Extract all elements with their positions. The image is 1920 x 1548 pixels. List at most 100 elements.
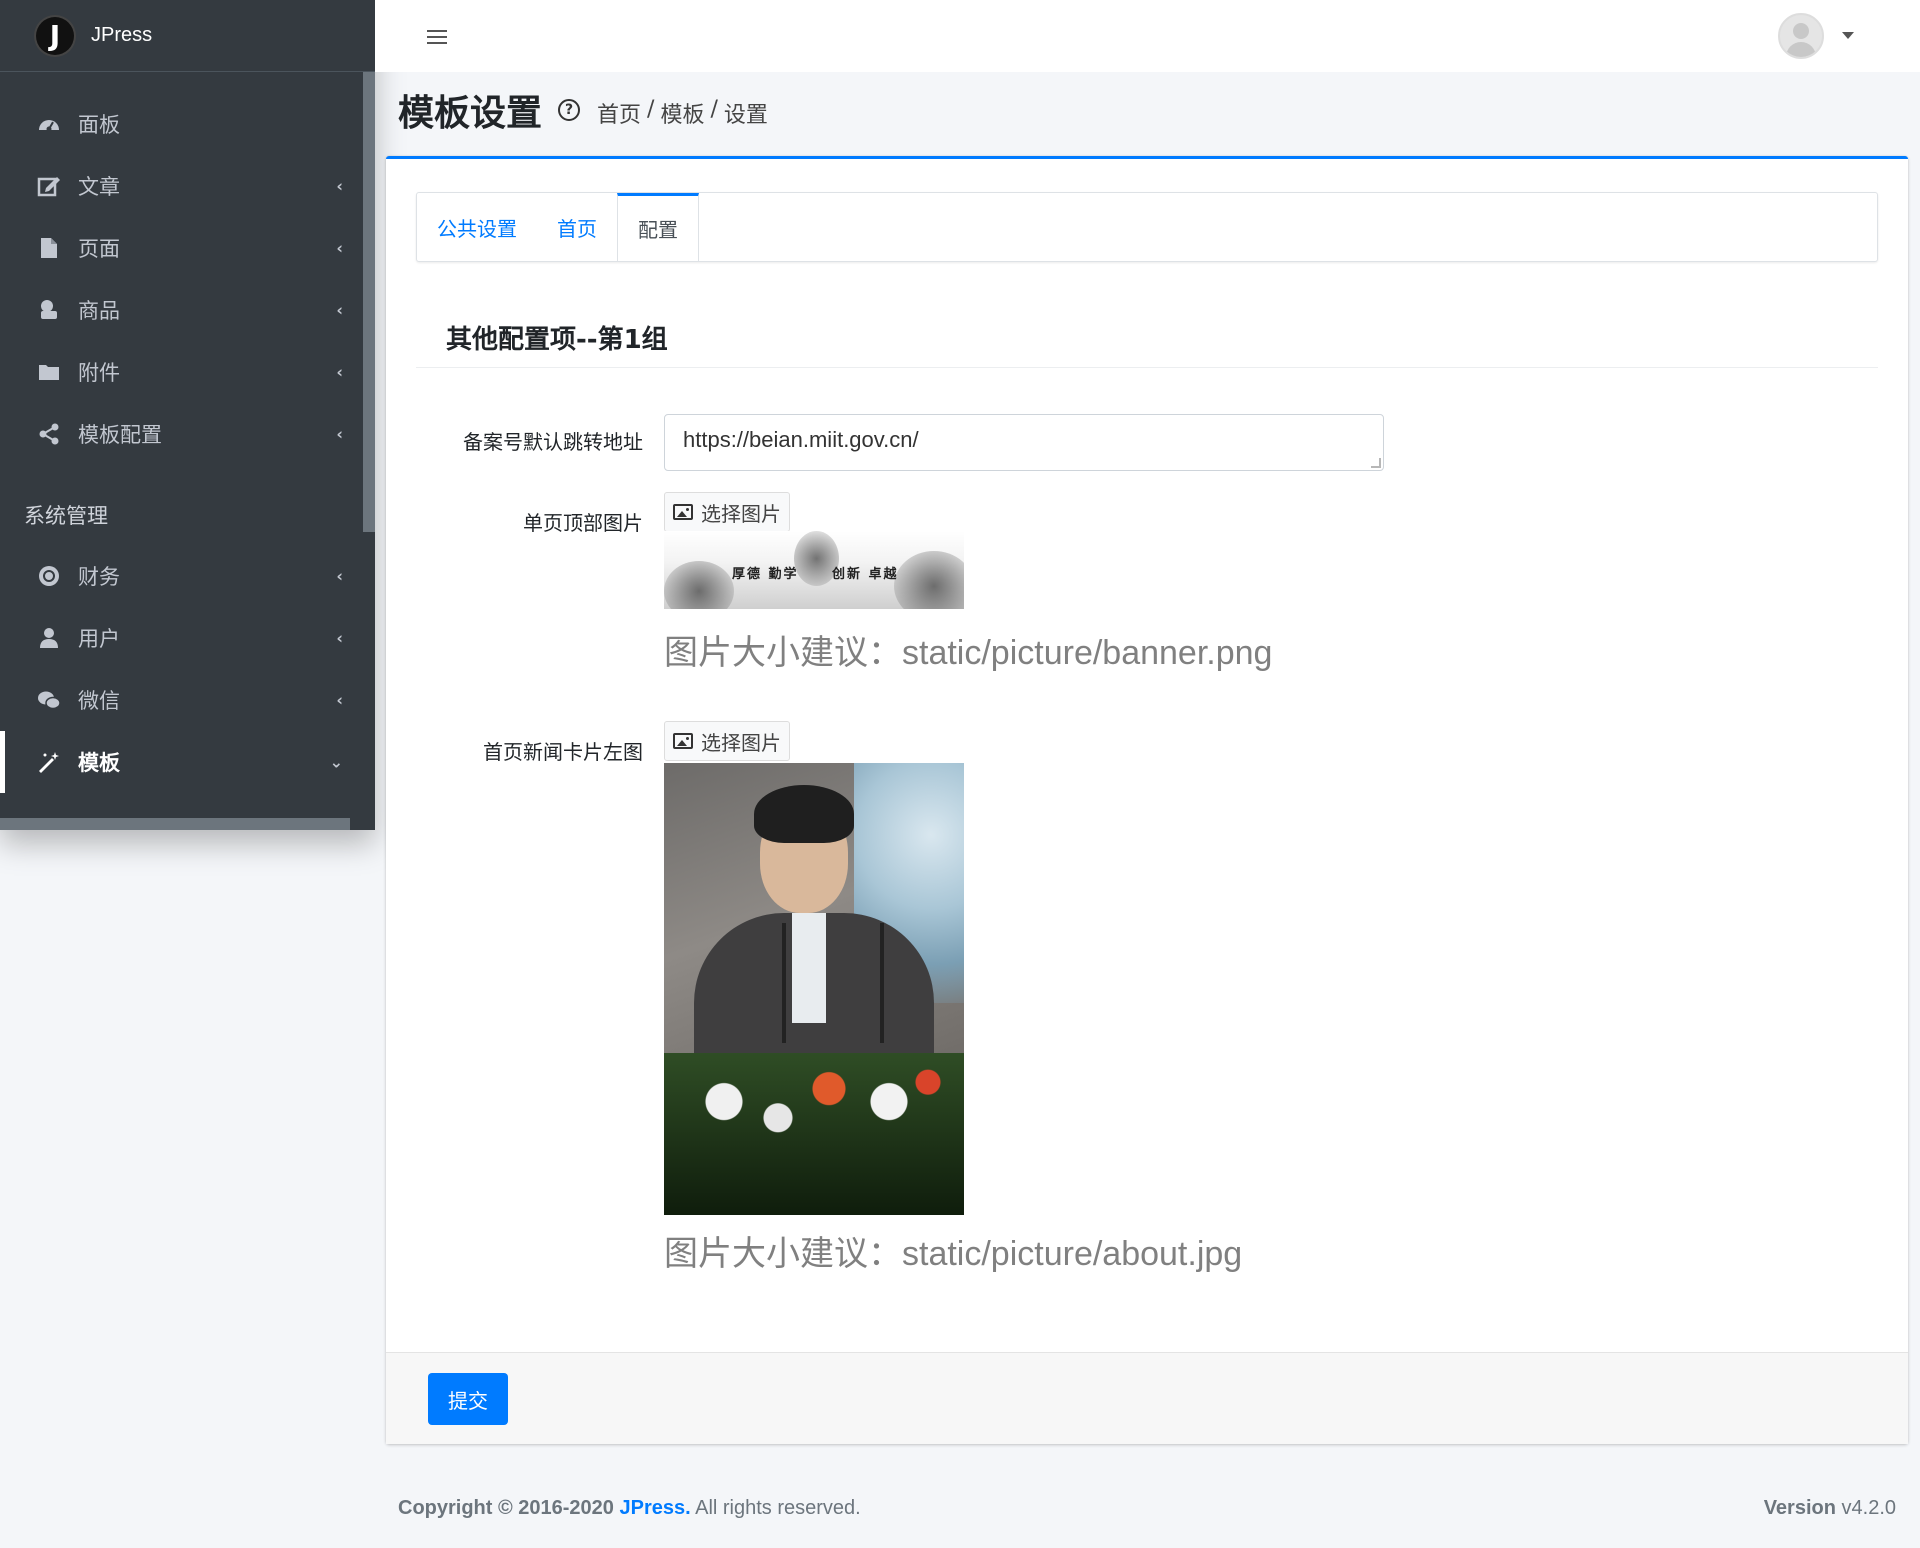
banner-text: 厚德 勤学 <box>732 567 799 582</box>
chevron-left-icon: ‹ <box>336 176 343 196</box>
avatar-head <box>1793 23 1809 39</box>
chevron-left-icon: ‹ <box>336 690 343 710</box>
sidebar-item-finance[interactable]: 财务 ‹ <box>0 545 363 607</box>
help-icon[interactable]: ? <box>558 99 580 121</box>
photo-microphone <box>880 923 884 1043</box>
file-icon <box>36 237 62 259</box>
photo-shirt <box>792 913 826 1023</box>
section-title: 其他配置项--第1组 <box>446 325 668 355</box>
sidebar-item-label: 模板配置 <box>78 423 162 447</box>
folder-icon <box>36 361 62 383</box>
sidebar-item-articles[interactable]: 文章 ‹ <box>0 155 363 217</box>
breadcrumb-separator: / <box>710 97 718 122</box>
sidebar-item-label: 模板 <box>78 751 120 775</box>
dashboard-icon <box>36 113 62 135</box>
copyright-prefix: Copyright © 2016-2020 <box>398 1497 620 1519</box>
image-icon <box>673 504 693 520</box>
chevron-left-icon: ‹ <box>336 238 343 258</box>
choose-image-label: 选择图片 <box>701 730 781 755</box>
sidebar-item-wechat[interactable]: 微信 ‹ <box>0 669 363 731</box>
magic-wand-icon <box>36 751 62 773</box>
chevron-down-icon: ⌄ <box>329 752 343 772</box>
breadcrumb-settings: 设置 <box>723 103 768 128</box>
sidebar: J JPress 面板 文章 ‹ 页面 ‹ 商品 ‹ 附件 ‹ 模板配置 ‹ 系… <box>0 0 375 830</box>
sidebar-item-attachments[interactable]: 附件 ‹ <box>0 341 363 403</box>
icp-url-textarea[interactable]: https://beian.miit.gov.cn/ <box>664 414 1384 471</box>
banner-text: 创新 卓越 <box>832 567 899 582</box>
sidebar-horizontal-scrollbar[interactable] <box>0 818 350 830</box>
icp-url-value: https://beian.miit.gov.cn/ <box>683 427 919 452</box>
avatar-body <box>1786 42 1816 57</box>
user-icon <box>36 627 62 649</box>
breadcrumb: 首页 / 模板 / 设置 <box>597 97 768 129</box>
brand-link[interactable]: J JPress <box>0 0 375 72</box>
photo-flowers <box>664 1053 964 1215</box>
sidebar-nav: 面板 文章 ‹ 页面 ‹ 商品 ‹ 附件 ‹ 模板配置 ‹ 系统管理 财务 ‹ … <box>0 93 363 793</box>
sidebar-item-products[interactable]: 商品 ‹ <box>0 279 363 341</box>
version-info: Version v4.2.0 <box>1764 1497 1896 1520</box>
news-card-image-preview <box>664 763 964 1215</box>
sidebar-item-label: 用户 <box>78 627 120 651</box>
sidebar-item-users[interactable]: 用户 ‹ <box>0 607 363 669</box>
share-icon <box>36 423 62 445</box>
chevron-left-icon: ‹ <box>336 300 343 320</box>
edit-icon <box>36 175 62 197</box>
sidebar-item-templates[interactable]: 模板 ⌄ <box>0 731 363 793</box>
resize-handle-icon[interactable] <box>1371 458 1381 468</box>
tab-common-settings[interactable]: 公共设置 <box>417 193 537 261</box>
breadcrumb-template[interactable]: 模板 <box>660 97 704 129</box>
page-top-image-hint: 图片大小建议：static/picture/banner.png <box>664 634 1273 672</box>
jpress-logo-icon: J <box>36 16 74 55</box>
menu-toggle-icon[interactable] <box>427 30 447 44</box>
card-footer: 提交 <box>386 1352 1908 1444</box>
top-navbar <box>375 0 1920 72</box>
photo-microphone <box>782 923 786 1043</box>
choose-image-label: 选择图片 <box>701 501 781 526</box>
version-value: v4.2.0 <box>1835 1497 1897 1519</box>
page-title: 模板设置 <box>398 93 543 134</box>
user-avatar[interactable] <box>1778 13 1824 59</box>
ink-wash-shape <box>664 561 734 609</box>
copyright: Copyright © 2016-2020 JPress. All rights… <box>398 1497 861 1520</box>
choose-news-card-image-button[interactable]: 选择图片 <box>664 721 790 761</box>
choose-page-top-image-button[interactable]: 选择图片 <box>664 492 790 532</box>
chevron-left-icon: ‹ <box>336 628 343 648</box>
copyright-suffix: All rights reserved. <box>690 1497 861 1519</box>
sidebar-item-template-config[interactable]: 模板配置 ‹ <box>0 403 363 465</box>
sidebar-item-label: 面板 <box>78 113 120 137</box>
sidebar-item-label: 财务 <box>78 565 120 589</box>
page-top-image-label: 单页顶部图片 <box>523 511 643 535</box>
photo-hair <box>754 785 854 843</box>
sidebar-item-label: 商品 <box>78 299 120 323</box>
breadcrumb-home[interactable]: 首页 <box>597 97 641 129</box>
sidebar-item-pages[interactable]: 页面 ‹ <box>0 217 363 279</box>
brand-name: JPress <box>91 24 153 46</box>
product-icon <box>36 299 62 321</box>
version-label: Version <box>1763 1497 1836 1519</box>
news-card-image-label: 首页新闻卡片左图 <box>483 740 643 764</box>
tab-home[interactable]: 首页 <box>537 193 617 261</box>
settings-tabs: 公共设置 首页 配置 <box>416 192 1878 262</box>
section-divider <box>416 367 1878 368</box>
news-card-image-hint: 图片大小建议：static/picture/about.jpg <box>664 1235 1243 1273</box>
image-icon <box>673 733 693 749</box>
chevron-left-icon: ‹ <box>336 424 343 444</box>
chevron-left-icon: ‹ <box>336 362 343 382</box>
breadcrumb-separator: / <box>647 97 655 122</box>
copyright-brand-link[interactable]: JPress. <box>619 1497 690 1519</box>
finance-icon <box>36 565 62 587</box>
settings-card: 公共设置 首页 配置 其他配置项--第1组 备案号默认跳转地址 https://… <box>386 156 1908 1444</box>
icp-url-label: 备案号默认跳转地址 <box>463 430 643 454</box>
ink-wash-shape <box>894 551 964 609</box>
sidebar-section-header: 系统管理 <box>24 504 108 528</box>
chevron-left-icon: ‹ <box>336 566 343 586</box>
sidebar-scrollbar[interactable] <box>363 72 375 532</box>
caret-down-icon[interactable] <box>1842 32 1854 39</box>
tab-config[interactable]: 配置 <box>617 193 699 261</box>
sidebar-item-label: 页面 <box>78 237 120 261</box>
sidebar-item-label: 附件 <box>78 361 120 385</box>
banner-image-preview: 厚德 勤学 创新 卓越 <box>664 531 964 609</box>
sidebar-item-dashboard[interactable]: 面板 <box>0 93 363 155</box>
sidebar-item-label: 微信 <box>78 689 120 713</box>
submit-button[interactable]: 提交 <box>428 1373 508 1425</box>
